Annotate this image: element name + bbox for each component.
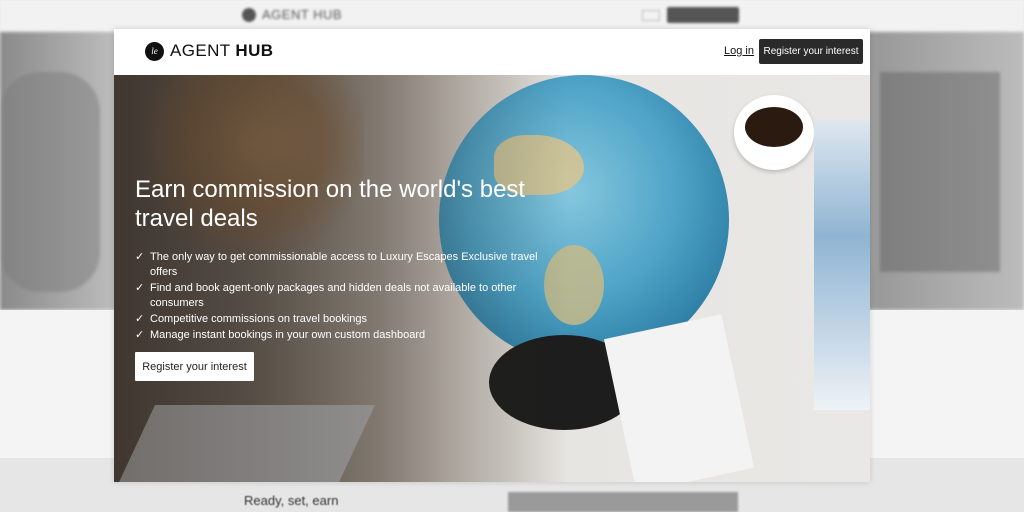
register-interest-button-hero[interactable]: Register your interest (135, 352, 254, 381)
logo-text: AGENT HUB (170, 41, 273, 61)
background-register-button (667, 7, 739, 23)
le-monogram-icon: le (145, 41, 164, 61)
background-section-image (508, 492, 738, 512)
background-topbar: AGENT HUB (0, 0, 1024, 32)
background-logo-text: AGENT HUB (262, 7, 343, 22)
register-interest-button-header[interactable]: Register your interest (759, 39, 863, 64)
background-logo: AGENT HUB (242, 7, 342, 22)
benefit-item: ✓ The only way to get commissionable acce… (135, 250, 555, 280)
logo-text-bold: HUB (235, 41, 274, 60)
benefit-text: Find and book agent-only packages and hi… (150, 282, 517, 309)
logo-text-light: AGENT (170, 41, 236, 60)
check-icon: ✓ (135, 251, 145, 263)
benefit-text: Manage instant bookings in your own cust… (150, 329, 426, 341)
site-logo[interactable]: le AGENT HUB (145, 41, 273, 61)
background-login-link (642, 10, 660, 21)
check-icon: ✓ (135, 329, 145, 341)
benefits-list: ✓ The only way to get commissionable acce… (135, 250, 555, 344)
hero-title: Earn commission on the world's best trav… (135, 176, 526, 232)
background-hero-image-left (0, 72, 100, 292)
site-header: le AGENT HUB Log in Register your intere… (114, 29, 870, 75)
check-icon: ✓ (135, 313, 145, 325)
benefit-text: The only way to get commissionable acces… (150, 251, 538, 278)
check-icon: ✓ (135, 282, 145, 294)
login-link[interactable]: Log in (724, 45, 754, 57)
background-logo-icon (242, 7, 256, 22)
hero-section: Earn commission on the world's best trav… (114, 75, 870, 482)
benefit-text: Competitive commissions on travel bookin… (150, 313, 368, 325)
benefit-item: ✓ Find and book agent-only packages and h… (135, 281, 555, 311)
benefit-item: ✓ Manage instant bookings in your own cus… (135, 328, 555, 343)
background-hero-image-right (880, 72, 1000, 272)
benefit-item: ✓ Competitive commissions on travel booki… (135, 312, 555, 327)
background-section-heading: Ready, set, earn (244, 493, 339, 508)
agent-hub-page: le AGENT HUB Log in Register your intere… (114, 29, 870, 482)
